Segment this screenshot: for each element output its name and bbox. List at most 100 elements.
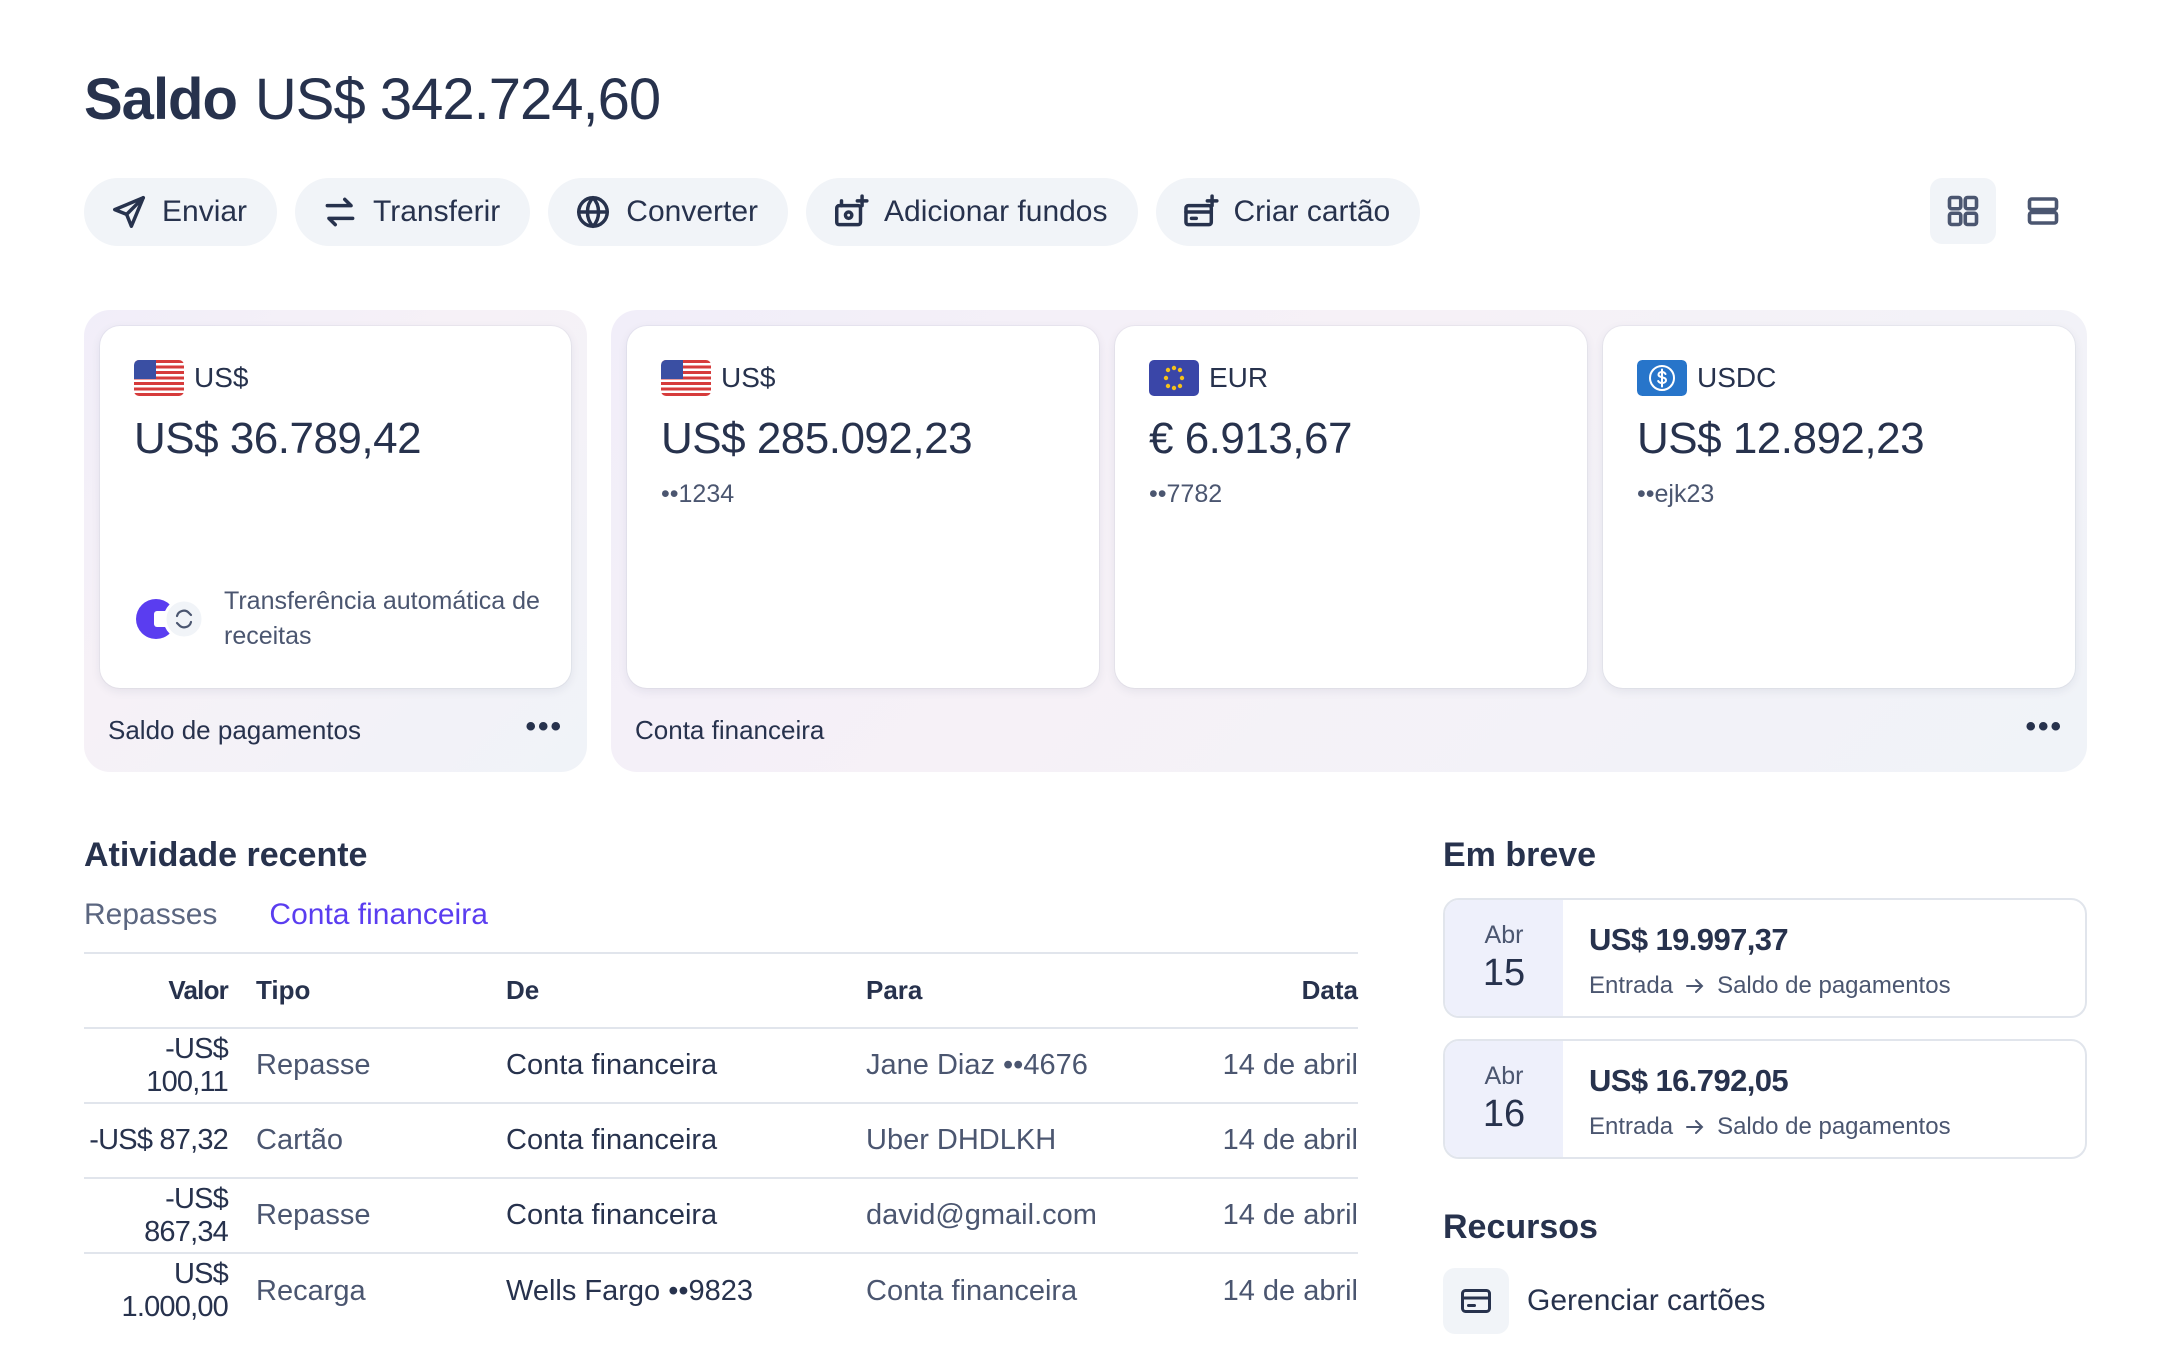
table-row[interactable]: -US$ 100,11 Repasse Conta financeira Jan… xyxy=(84,1028,1358,1104)
manage-cards-label: Gerenciar cartões xyxy=(1527,1284,1766,1317)
row-de: Conta financeira xyxy=(506,1028,866,1104)
column-header-de[interactable]: De xyxy=(506,954,866,1029)
upcoming-from: Entrada xyxy=(1589,1113,1674,1140)
column-header-para[interactable]: Para xyxy=(866,954,1166,1029)
financial-account-panel: US$ US$ 285.092,23 ••1234 EUR € 6.913,67… xyxy=(611,310,2087,772)
globe-icon xyxy=(577,196,610,228)
auto-transfer-info: Transferência automática de receitas xyxy=(134,584,554,654)
row-para: Jane Diaz ••4676 xyxy=(866,1028,1166,1104)
row-tipo: Repasse xyxy=(256,1178,506,1254)
upcoming-month: Abr xyxy=(1484,921,1524,949)
table-row[interactable]: -US$ 87,32 Cartão Conta financeira Uber … xyxy=(84,1103,1358,1179)
payments-panel-label: Saldo de pagamentos xyxy=(108,715,361,745)
payments-more-button[interactable]: ••• xyxy=(525,710,563,744)
upcoming-item[interactable]: Abr 15 US$ 19.997,37 Entrada Saldo de pa… xyxy=(1443,898,2087,1018)
row-valor: -US$ 100,11 xyxy=(84,1028,256,1104)
upcoming-title: Em breve xyxy=(1443,836,1597,874)
send-icon xyxy=(113,196,145,228)
account-card-usdc[interactable]: USDC US$ 12.892,23 ••ejk23 xyxy=(1603,326,2075,688)
list-view-icon xyxy=(2027,197,2059,225)
add-funds-label: Adicionar fundos xyxy=(884,195,1108,228)
upcoming-from: Entrada xyxy=(1589,972,1674,999)
balance-header: Saldo US$ 342.724,60 xyxy=(84,66,661,133)
row-data: 14 de abril xyxy=(1222,1274,1358,1307)
row-tipo: Recarga xyxy=(256,1274,366,1307)
row-de: Wells Fargo ••9823 xyxy=(506,1274,754,1307)
row-tipo: Repasse xyxy=(256,1028,506,1104)
auto-transfer-icon xyxy=(136,598,205,640)
balance-label: Saldo xyxy=(84,67,238,132)
add-funds-icon xyxy=(835,194,869,227)
activity-tabs: Repasses Conta financeira xyxy=(84,898,1358,954)
upcoming-to: Saldo de pagamentos xyxy=(1717,972,1951,999)
account-card-usd[interactable]: US$ US$ 285.092,23 ••1234 xyxy=(627,326,1099,688)
manage-cards-link[interactable]: Gerenciar cartões xyxy=(1443,1268,1765,1334)
auto-transfer-text: Transferência automática de receitas xyxy=(224,587,540,650)
send-label: Enviar xyxy=(162,195,248,228)
create-card-button[interactable]: Criar cartão xyxy=(1155,178,1421,246)
balance-amount: US$ 342.724,60 xyxy=(254,67,661,132)
create-card-icon xyxy=(1183,194,1219,227)
eu-flag-icon xyxy=(1149,360,1199,396)
account-currency: EUR xyxy=(1209,362,1269,393)
row-para: Conta financeira xyxy=(866,1274,1078,1307)
tab-repasses[interactable]: Repasses xyxy=(84,898,217,952)
upcoming-amount: US$ 16.792,05 xyxy=(1589,1063,1789,1098)
convert-label: Converter xyxy=(626,195,759,228)
payments-balance-card[interactable]: US$ US$ 36.789,42 Transferência automáti… xyxy=(100,326,571,688)
add-funds-button[interactable]: Adicionar fundos xyxy=(806,178,1138,246)
account-amount: US$ 12.892,23 xyxy=(1637,414,1925,463)
financial-more-button[interactable]: ••• xyxy=(2025,710,2063,744)
row-tipo: Cartão xyxy=(256,1103,506,1179)
row-valor: US$ 1.000,00 xyxy=(121,1258,229,1323)
payments-currency: US$ xyxy=(194,362,249,393)
row-para: Uber DHDLKH xyxy=(866,1103,1166,1179)
usdc-icon xyxy=(1637,360,1687,396)
row-de: Conta financeira xyxy=(506,1103,866,1179)
upcoming-day: 16 xyxy=(1482,1093,1526,1135)
account-card-eur[interactable]: EUR € 6.913,67 ••7782 xyxy=(1115,326,1587,688)
us-flag-icon xyxy=(134,360,184,396)
account-currency: US$ xyxy=(721,362,776,393)
card-icon xyxy=(1461,1289,1491,1313)
financial-panel-label: Conta financeira xyxy=(635,715,825,745)
account-amount: US$ 285.092,23 xyxy=(661,414,973,463)
tab-conta-financeira[interactable]: Conta financeira xyxy=(269,898,487,952)
upcoming-day: 15 xyxy=(1482,952,1526,994)
payments-balance-panel: US$ US$ 36.789,42 Transferência automáti… xyxy=(84,310,587,772)
column-header-valor[interactable]: Valor xyxy=(84,954,256,1029)
account-currency: USDC xyxy=(1697,362,1777,393)
grid-view-button[interactable] xyxy=(1930,178,1996,244)
us-flag-icon xyxy=(661,360,711,396)
upcoming-month: Abr xyxy=(1484,1062,1524,1090)
row-valor: -US$ 867,34 xyxy=(84,1178,256,1254)
row-data: 14 de abril xyxy=(1166,1028,1358,1104)
grid-view-icon xyxy=(1947,195,1979,227)
send-button[interactable]: Enviar xyxy=(84,178,278,246)
payments-amount: US$ 36.789,42 xyxy=(134,414,422,463)
list-view-button[interactable] xyxy=(2010,178,2076,244)
row-de: Conta financeira xyxy=(506,1178,866,1254)
upcoming-amount: US$ 19.997,37 xyxy=(1589,922,1789,957)
table-row[interactable]: -US$ 867,34 Repasse Conta financeira dav… xyxy=(84,1178,1358,1254)
transfer-button[interactable]: Transferir xyxy=(295,178,531,246)
row-data: 14 de abril xyxy=(1166,1178,1358,1254)
account-number: ••1234 xyxy=(661,480,735,508)
row-data: 14 de abril xyxy=(1166,1103,1358,1179)
row-valor: -US$ 87,32 xyxy=(84,1103,256,1179)
view-toggle xyxy=(1930,178,2076,244)
convert-button[interactable]: Converter xyxy=(548,178,789,246)
activity-table: Valor Tipo De Para Data -US$ 100,11 Repa… xyxy=(84,954,1358,1328)
account-number: ••ejk23 xyxy=(1637,480,1715,508)
column-header-data[interactable]: Data xyxy=(1166,954,1358,1029)
upcoming-date: Abr 15 xyxy=(1445,900,1563,1016)
upcoming-date: Abr 16 xyxy=(1445,1041,1563,1157)
transfer-label: Transferir xyxy=(373,195,501,228)
table-row[interactable]: US$ 1.000,00 Recarga Wells Fargo ••9823 … xyxy=(84,1253,1359,1328)
table-header-row: Valor Tipo De Para Data xyxy=(84,954,1358,1029)
create-card-label: Criar cartão xyxy=(1233,195,1391,228)
recent-activity-title: Atividade recente xyxy=(84,836,368,874)
column-header-tipo[interactable]: Tipo xyxy=(256,954,506,1029)
row-para: david@gmail.com xyxy=(866,1178,1166,1254)
upcoming-item[interactable]: Abr 16 US$ 16.792,05 Entrada Saldo de pa… xyxy=(1443,1039,2087,1159)
